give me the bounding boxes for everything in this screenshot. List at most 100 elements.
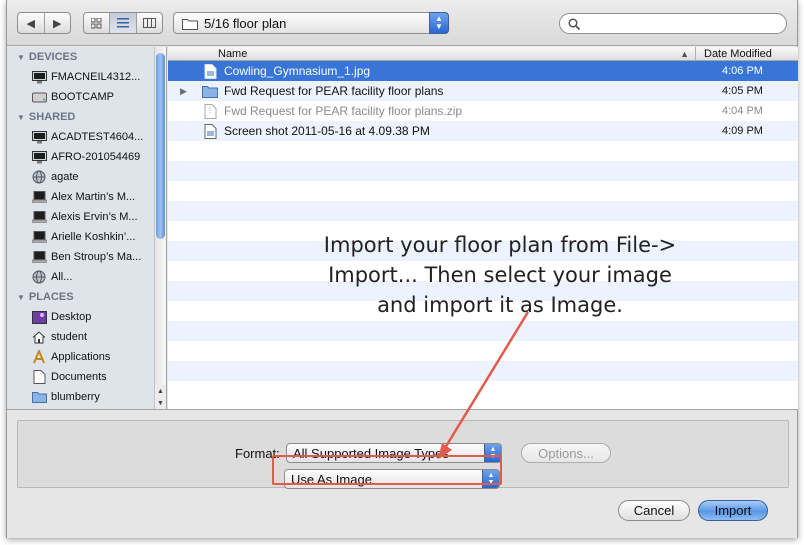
icon-view-button[interactable] [84,13,111,33]
use-as-stepper-icon: ▲ ▼ [482,470,499,488]
options-inset: Format: All Supported Image Types ▲ ▼ Opt… [17,420,789,489]
file-name: Fwd Request for PEAR facility floor plan… [224,104,463,118]
folder-icon [202,83,218,99]
network-icon [31,270,47,284]
desktop-icon [31,310,47,324]
sidebar-item[interactable]: Alex Martin’s M... [7,187,166,207]
file-list: Name ▲ Date Modified Cowling_Gymnasium_1… [168,47,798,409]
tutorial-annotation: Import your floor plan from File-> Impor… [323,233,677,317]
laptop-icon [31,250,47,264]
file-date: 4:05 PM [722,85,763,97]
view-mode-buttons [83,12,163,34]
sidebar-section-header[interactable]: ▼ PLACES [7,287,166,307]
sidebar-item[interactable]: Desktop [7,307,166,327]
toolbar: ◀ ▶ 5/16 floor plan ▲ ▼ [7,0,797,46]
empty-row [168,341,798,361]
sidebar-item-label: ACADTEST4604... [51,131,144,143]
empty-row [168,141,798,161]
file-row[interactable]: Fwd Request for PEAR facility floor plan… [168,101,798,121]
file-name: Fwd Request for PEAR facility floor plan… [224,84,444,98]
sidebar-scroll-thumb[interactable] [156,53,165,239]
path-popup[interactable]: 5/16 floor plan ▲ ▼ [173,12,449,34]
file-name: Cowling_Gymnasium_1.jpg [224,64,371,78]
sidebar-item[interactable]: All... [7,267,166,287]
sidebar-item[interactable]: Applications [7,347,166,367]
format-label: Format: [235,446,280,461]
sidebar-item-label: FMACNEIL4312... [51,71,141,83]
sidebar-item[interactable]: BOOTCAMP [7,87,166,107]
sidebar-item[interactable]: FMACNEIL4312... [7,67,166,87]
sidebar-item-label: BOOTCAMP [51,91,114,103]
file-row[interactable]: Screen shot 2011-05-16 at 4.09.38 PM 4:09… [168,121,798,141]
home-icon [31,330,47,344]
options-button[interactable]: Options... [521,443,611,463]
forward-button[interactable]: ▶ [45,13,71,33]
sidebar-item-label: Alexis Ervin’s M... [51,211,138,223]
column-header-date[interactable]: Date Modified [696,47,798,60]
file-list-header: Name ▲ Date Modified [168,47,798,61]
sidebar-item-label: Documents [51,371,107,383]
sidebar-item[interactable]: Documents [7,367,166,387]
column-view-button[interactable] [137,13,162,33]
format-stepper-icon: ▲ ▼ [484,444,501,462]
list-view-icon [116,18,129,28]
scroll-down-icon[interactable]: ▼ [155,397,166,409]
search-field[interactable] [559,13,787,34]
folder-icon [31,390,47,404]
documents-icon [31,370,47,384]
column-view-icon [142,18,156,28]
sidebar-item-label: All... [51,271,73,283]
path-stepper-icon: ▲ ▼ [429,12,449,34]
sidebar-content: ▼ DEVICES FMACNEIL4312... BOOTCAMP ▼ SHARED AC… [7,47,166,407]
sidebar-item[interactable]: Alexis Ervin’s M... [7,207,166,227]
column-header-name[interactable]: Name ▲ [168,47,696,60]
sidebar-item[interactable]: student [7,327,166,347]
search-input[interactable] [584,15,774,32]
sidebar-section-header[interactable]: ▼ DEVICES [7,47,166,67]
sidebar-item[interactable]: Ben Stroup’s Ma... [7,247,166,267]
icon-view-icon [91,17,102,28]
sidebar-item-label: AFRO-201054469 [51,151,141,163]
sidebar-item[interactable]: ACADTEST4604... [7,127,166,147]
sidebar-item[interactable]: agate [7,167,166,187]
empty-row [168,181,798,201]
disclosure-triangle-icon[interactable]: ▶ [180,86,196,97]
sidebar-item[interactable]: blumberry [7,387,166,407]
sidebar-item-label: agate [51,171,79,183]
format-popup[interactable]: All Supported Image Types ▲ ▼ [286,443,502,463]
sidebar-item[interactable]: Arielle Koshkin’... [7,227,166,247]
laptop-icon [31,230,47,244]
sidebar: ▼ DEVICES FMACNEIL4312... BOOTCAMP ▼ SHARED AC… [7,47,167,409]
forward-arrow-icon: ▶ [53,17,62,30]
sidebar-item-label: Alex Martin’s M... [51,191,136,203]
sidebar-item-label: Desktop [51,311,92,323]
sidebar-section-header[interactable]: ▼ SHARED [7,107,166,127]
import-button[interactable]: Import [698,500,768,521]
network-icon [31,170,47,184]
back-arrow-icon: ◀ [26,17,35,30]
laptop-icon [31,190,47,204]
empty-row [168,201,798,221]
use-as-value: Use As Image [291,471,372,487]
folder-icon [182,18,198,30]
file-row[interactable]: Cowling_Gymnasium_1.jpg 4:06 PM [168,61,798,81]
computer-icon [31,150,47,164]
use-as-popup[interactable]: Use As Image ▲ ▼ [284,469,500,489]
disclosure-triangle-icon: ▼ [17,292,25,302]
sidebar-item-label: blumberry [51,391,100,403]
list-view-button[interactable] [110,13,137,33]
sidebar-item-label: Ben Stroup’s Ma... [51,251,142,263]
nav-buttons: ◀ ▶ [17,12,71,34]
sidebar-item[interactable]: AFRO-201054469 [7,147,166,167]
empty-row [168,361,798,381]
disclosure-triangle-icon: ▼ [17,112,25,122]
computer-icon [31,130,47,144]
cancel-button[interactable]: Cancel [618,500,690,521]
file-row[interactable]: ▶ Fwd Request for PEAR facility floor pla… [168,81,798,101]
zip-file-icon [202,103,218,119]
sidebar-scrollbar[interactable]: ▲ ▼ [154,47,166,409]
scroll-up-icon[interactable]: ▲ [155,385,166,397]
applications-icon [31,350,47,364]
back-button[interactable]: ◀ [18,13,45,33]
empty-row [168,161,798,181]
